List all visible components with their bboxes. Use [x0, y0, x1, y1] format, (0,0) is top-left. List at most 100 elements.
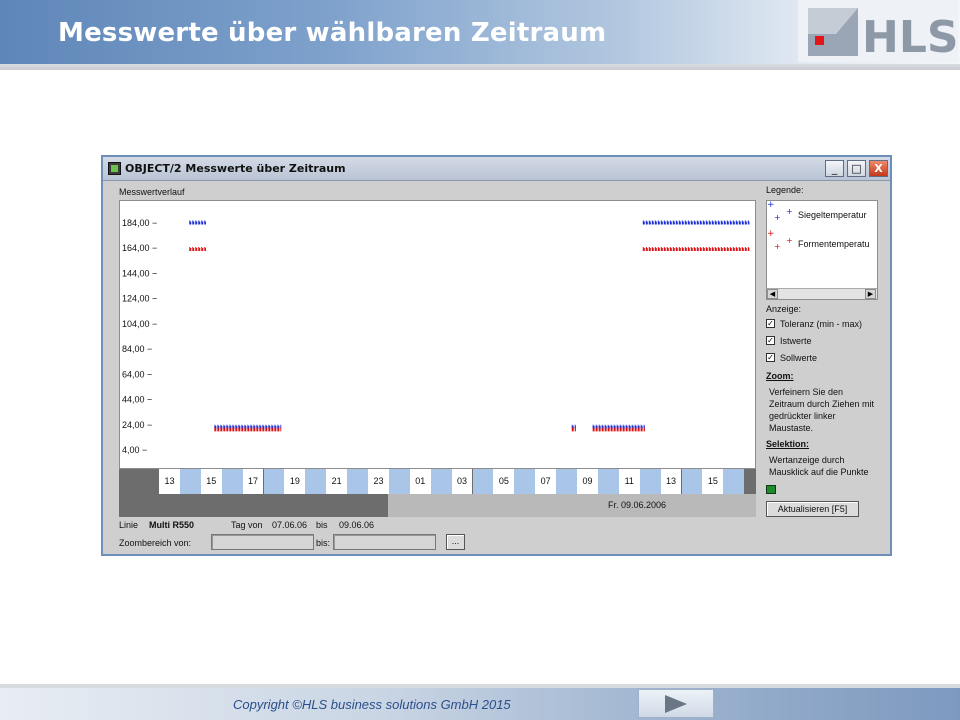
- timeline-tick-label: 01: [409, 469, 431, 494]
- timeline-cell: [597, 469, 619, 494]
- slide-header: Messwerte über wählbaren Zeitraum HLS: [0, 0, 960, 70]
- hls-logo-text: HLS: [862, 12, 958, 62]
- zoom-to-input[interactable]: [333, 534, 436, 550]
- timeline-date-label: Fr. 09.06.2006: [608, 500, 667, 510]
- window-title: OBJECT/2 Messwerte über Zeitraum: [125, 162, 346, 175]
- timeline-hours: 13 15 17 19 21 23 01 03 05 07 09 11 13 15: [119, 469, 756, 494]
- zoom-bis-label: bis:: [316, 538, 331, 548]
- legend-marker-red: + + +: [767, 229, 793, 251]
- zoom-text-line: gedrückter linker: [769, 411, 836, 421]
- legend-title: Legende:: [766, 185, 804, 195]
- app-icon: [108, 162, 121, 175]
- legend-box: + + + + + + Siegeltemperatur Formentempe…: [766, 200, 878, 300]
- timeline-cell: [263, 469, 285, 494]
- zoom-text-line: Verfeinern Sie den: [769, 387, 844, 397]
- timeline-tick-label: 03: [451, 469, 473, 494]
- legend-scrollbar[interactable]: ◀ ▶: [767, 288, 877, 299]
- refresh-button[interactable]: Aktualisieren [F5]: [766, 501, 859, 517]
- maximize-button[interactable]: □: [847, 160, 866, 177]
- timeline-cell: [388, 469, 410, 494]
- tag-von-value: 07.06.06: [272, 520, 308, 530]
- y-tick-label: 44,00 −: [122, 395, 152, 405]
- zoom-title: Zoom:: [766, 371, 794, 381]
- svg-text:+: +: [774, 242, 781, 251]
- timeline-tick-label: 13: [660, 469, 682, 494]
- browse-button[interactable]: ...: [446, 534, 465, 550]
- svg-text:+: +: [774, 213, 781, 222]
- label-sollwerte: Sollwerte: [780, 353, 818, 363]
- timeline-day-current: Fr. 09.06.2006: [388, 494, 756, 517]
- checkbox-sollwerte[interactable]: ✓: [766, 353, 775, 362]
- svg-text:+: +: [786, 207, 793, 216]
- svg-text:+: +: [786, 236, 793, 245]
- timeline-tick-label: 15: [200, 469, 222, 494]
- scroll-right-icon[interactable]: ▶: [865, 289, 876, 299]
- timeline-cell: [681, 469, 703, 494]
- plot-label: Messwertverlauf: [119, 187, 185, 197]
- timeline-cell: [221, 469, 243, 494]
- checkbox-toleranz[interactable]: ✓: [766, 319, 775, 328]
- legend-marker-blue: + + +: [767, 200, 793, 222]
- timeline-cell: [305, 469, 327, 494]
- anzeige-title: Anzeige:: [766, 304, 802, 314]
- timeline-cell: [347, 469, 368, 494]
- minimize-button[interactable]: _: [825, 160, 844, 177]
- selektion-text-line: Mausklick auf die Punkte: [769, 467, 869, 477]
- checkbox-istwerte[interactable]: ✓: [766, 336, 775, 345]
- zoombereich-label: Zoombereich von:: [119, 538, 192, 548]
- tag-von-label: Tag von: [231, 520, 263, 530]
- slide-title: Messwerte über wählbaren Zeitraum: [58, 18, 607, 48]
- window-titlebar[interactable]: OBJECT/2 Messwerte über Zeitraum _ □ X: [103, 157, 890, 181]
- zoom-text-line: Zeitraum durch Ziehen mit: [769, 399, 875, 409]
- y-tick-label: 64,00 −: [122, 369, 152, 379]
- plot-canvas[interactable]: 184,00 − 164,00 − 144,00 − 124,00 − 104,00 −…: [120, 201, 755, 468]
- timeline-tick-label: 19: [284, 469, 306, 494]
- legend-item-siegeltemperatur: Siegeltemperatur: [798, 210, 867, 220]
- scroll-left-icon[interactable]: ◀: [767, 289, 778, 299]
- timeline-cell: [472, 469, 494, 494]
- timeline-cell: [514, 469, 536, 494]
- linie-value: Multi R550: [149, 520, 195, 530]
- selektion-text-line: Wertanzeige durch: [769, 455, 845, 465]
- timeline-cell: [430, 469, 452, 494]
- timeline-tick-label: 11: [618, 469, 640, 494]
- legend-item-formentemperatur: Formentemperatu: [798, 239, 870, 249]
- label-toleranz: Toleranz (min - max): [780, 319, 863, 329]
- y-tick-label: 124,00 −: [122, 294, 157, 304]
- zoom-text-line: Maustaste.: [769, 423, 814, 433]
- hls-logo-icon: HLS: [798, 0, 958, 62]
- timeline-tick-label: 09: [577, 469, 598, 494]
- timeline-tick-label: 21: [326, 469, 348, 494]
- measurement-plot[interactable]: 184,00 − 164,00 − 144,00 − 124,00 − 104,00 −…: [119, 200, 756, 469]
- y-tick-label: 84,00 −: [122, 344, 152, 354]
- next-slide-button[interactable]: [638, 689, 714, 718]
- timeline-tick-label: 17: [242, 469, 264, 494]
- timeline-tick-label: 15: [702, 469, 724, 494]
- timeline-cell: [639, 469, 661, 494]
- svg-text:+: +: [767, 201, 775, 210]
- label-istwerte: Istwerte: [780, 336, 812, 346]
- copyright-text: Copyright ©HLS business solutions GmbH 2…: [233, 697, 511, 712]
- timeline-cell: [723, 469, 745, 494]
- slide-footer: Copyright ©HLS business solutions GmbH 2…: [0, 684, 960, 720]
- zoom-from-input[interactable]: [211, 534, 314, 550]
- timeline-tick-label: 23: [368, 469, 389, 494]
- timeline-tick-label: 13: [159, 469, 180, 494]
- timeline-tick-label: 05: [493, 469, 515, 494]
- close-button[interactable]: X: [869, 160, 888, 177]
- y-tick-label: 104,00 −: [122, 319, 157, 329]
- measurement-window: OBJECT/2 Messwerte über Zeitraum _ □ X M…: [101, 155, 892, 556]
- y-tick-label: 4,00 −: [122, 445, 147, 455]
- y-tick-label: 24,00 −: [122, 420, 152, 430]
- y-tick-label: 144,00 −: [122, 268, 157, 278]
- y-tick-label: 184,00 −: [122, 218, 157, 228]
- timeline-bar[interactable]: 13 15 17 19 21 23 01 03 05 07 09 11 13 15 Fr. 09.06.2…: [119, 469, 756, 517]
- status-indicator: [766, 485, 776, 494]
- timeline-cell: [179, 469, 201, 494]
- selektion-title: Selektion:: [766, 439, 810, 449]
- timeline-cell: [556, 469, 577, 494]
- y-tick-label: 164,00 −: [122, 243, 157, 253]
- bis-label: bis: [316, 520, 328, 530]
- svg-text:+: +: [767, 229, 775, 239]
- timeline-tick-label: 07: [535, 469, 557, 494]
